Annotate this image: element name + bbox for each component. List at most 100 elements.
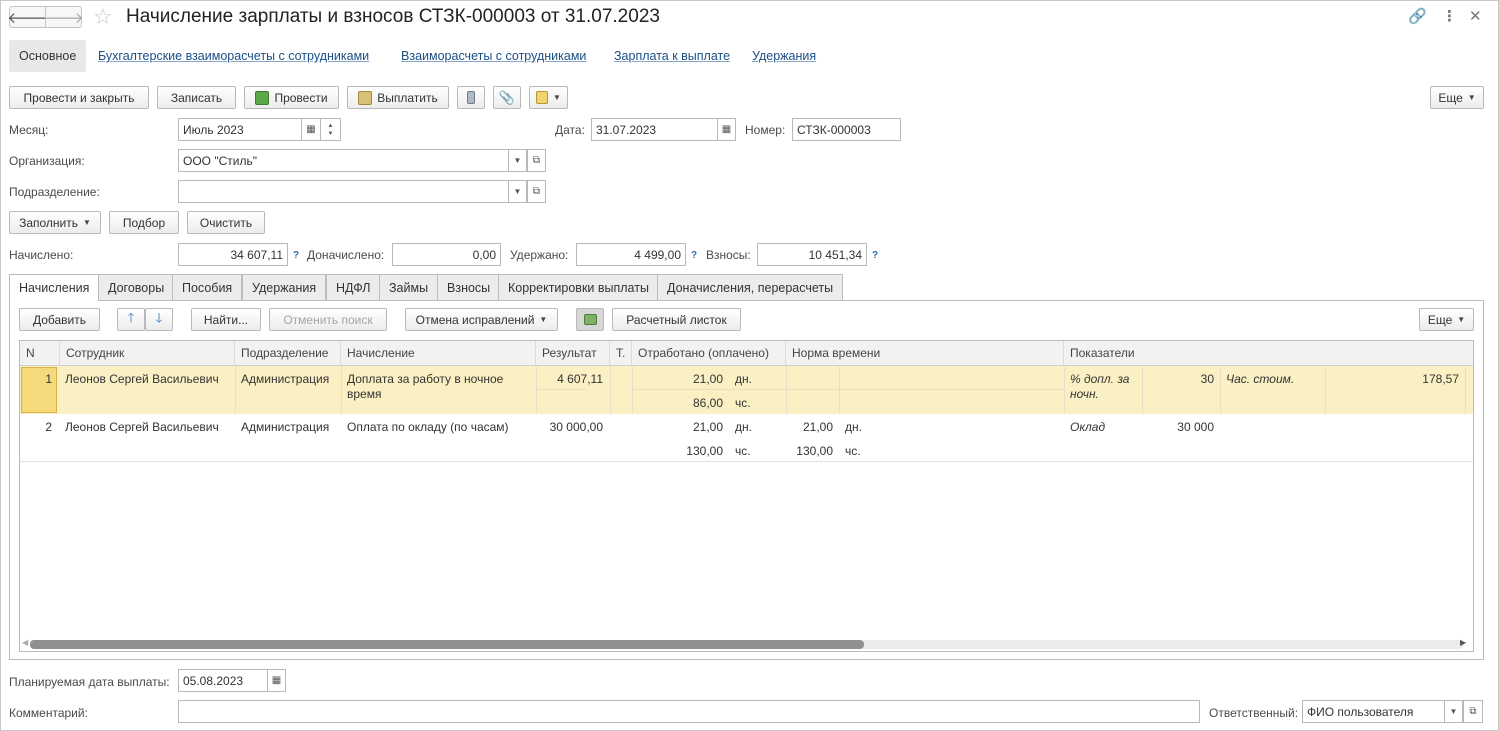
table-more-label: Еще xyxy=(1427,312,1453,327)
show-indicators-toggle[interactable] xyxy=(576,308,604,331)
attach-file-button[interactable]: 📎 xyxy=(493,86,521,109)
close-icon[interactable]: ✕ xyxy=(1469,7,1482,25)
link-icon[interactable]: 🔗 xyxy=(1408,7,1427,25)
cell-divider xyxy=(1220,366,1221,414)
back-button[interactable]: 🡐 xyxy=(7,6,48,28)
organization-dropdown-button[interactable]: ▼ xyxy=(508,149,527,172)
organization-open-button[interactable]: ⧉ xyxy=(527,149,546,172)
tab-accruals[interactable]: Начисления xyxy=(9,274,100,301)
number-field[interactable]: СТЗК-000003 xyxy=(792,118,901,141)
responsible-label: Ответственный: xyxy=(1209,706,1299,720)
open-icon: ⧉ xyxy=(532,186,541,197)
scroll-left-icon[interactable]: ◀ xyxy=(22,638,28,647)
extra-accrued-field: 0,00 xyxy=(392,243,501,266)
horizontal-scrollbar[interactable] xyxy=(30,640,1464,649)
tab-loans[interactable]: Займы xyxy=(379,274,439,300)
payslip-button[interactable]: Расчетный листок xyxy=(612,308,741,331)
post-and-close-button[interactable]: Провести и закрыть xyxy=(9,86,149,109)
accrued-help-icon[interactable]: ? xyxy=(293,250,299,261)
pay-date-field[interactable]: 05.08.2023 xyxy=(178,669,268,692)
arrow-left-icon: 🡐 xyxy=(7,9,48,27)
date-calendar-button[interactable]: ▦ xyxy=(717,118,736,141)
pay-date-calendar-button[interactable]: ▦ xyxy=(267,669,286,692)
cell-worked-days-unit: дн. xyxy=(735,420,752,434)
fill-button[interactable]: Заполнить ▼ xyxy=(9,211,101,234)
scrollbar-thumb[interactable] xyxy=(30,640,864,649)
contributions-label: Взносы: xyxy=(706,248,751,262)
section-link-employee-settlements[interactable]: Взаиморасчеты с сотрудниками xyxy=(401,49,586,63)
tab-benefits[interactable]: Пособия xyxy=(172,274,243,300)
add-row-button[interactable]: Добавить xyxy=(19,308,100,331)
responsible-open-button[interactable]: ⧉ xyxy=(1463,700,1483,723)
column-header-accrual[interactable]: Начисление xyxy=(341,341,536,366)
comment-field[interactable] xyxy=(178,700,1200,723)
pick-button[interactable]: Подбор xyxy=(109,211,179,234)
more-vert-icon[interactable]: ⋮ xyxy=(1442,7,1457,25)
tab-deductions[interactable]: Удержания xyxy=(242,274,327,300)
cell-divider xyxy=(610,366,611,414)
arrow-up-icon: 🡑 xyxy=(127,309,135,325)
arrow-down-icon: 🡓 xyxy=(155,309,163,325)
move-up-button[interactable]: 🡑 xyxy=(117,308,145,331)
tab-ndfl[interactable]: НДФЛ xyxy=(326,274,381,300)
column-header-indicators[interactable]: Показатели xyxy=(1064,341,1473,366)
calendar-button[interactable]: ▦ xyxy=(301,118,321,141)
department-dropdown-button[interactable]: ▼ xyxy=(508,180,527,203)
column-header-employee[interactable]: Сотрудник xyxy=(60,341,235,366)
column-header-result[interactable]: Результат xyxy=(536,341,610,366)
create-based-on-button[interactable]: ▼ xyxy=(529,86,568,109)
move-down-button[interactable]: 🡓 xyxy=(145,308,173,331)
tab-contracts[interactable]: Договоры xyxy=(98,274,175,300)
month-stepper[interactable]: ▲ ▼ xyxy=(320,118,341,141)
tab-payment-corrections[interactable]: Корректировки выплаты xyxy=(498,274,659,300)
cell-department: Администрация xyxy=(241,372,330,386)
responsible-dropdown-button[interactable]: ▼ xyxy=(1444,700,1463,723)
department-open-button[interactable]: ⧉ xyxy=(527,180,546,203)
contributions-help-icon[interactable]: ? xyxy=(872,250,878,261)
calendar-icon: ▦ xyxy=(271,675,282,686)
section-link-deductions[interactable]: Удержания xyxy=(752,49,816,63)
withheld-help-icon[interactable]: ? xyxy=(691,250,697,261)
pay-button[interactable]: Выплатить xyxy=(347,86,449,109)
cell-divider xyxy=(786,366,787,414)
find-button[interactable]: Найти... xyxy=(191,308,261,331)
cancel-corrections-button[interactable]: Отмена исправлений ▼ xyxy=(405,308,558,331)
month-field[interactable]: Июль 2023 xyxy=(178,118,302,141)
register-movements-button[interactable] xyxy=(457,86,485,109)
row-subdivider xyxy=(536,389,586,390)
column-header-time-norm[interactable]: Норма времени xyxy=(786,341,1064,366)
contributions-field: 10 451,34 xyxy=(757,243,867,266)
column-header-t[interactable]: Т. xyxy=(610,341,632,366)
section-main[interactable]: Основное xyxy=(9,40,87,72)
tab-contributions[interactable]: Взносы xyxy=(437,274,501,300)
responsible-field[interactable]: ФИО пользователя xyxy=(1302,700,1445,723)
date-field[interactable]: 31.07.2023 xyxy=(591,118,718,141)
organization-field[interactable]: ООО "Стиль" xyxy=(178,149,509,172)
cell-indicator2-name: Час. стоим. xyxy=(1226,372,1295,386)
post-button[interactable]: Провести xyxy=(244,86,339,109)
column-header-n[interactable]: N xyxy=(20,341,60,366)
table-more-button[interactable]: Еще ▼ xyxy=(1419,308,1474,331)
page-title: Начисление зарплаты и взносов СТЗК-00000… xyxy=(126,6,660,27)
section-link-salary-payable[interactable]: Зарплата к выплате xyxy=(614,49,730,63)
save-button[interactable]: Записать xyxy=(157,86,236,109)
department-field[interactable] xyxy=(178,180,509,203)
cancel-search-button[interactable]: Отменить поиск xyxy=(269,308,387,331)
more-button[interactable]: Еще ▼ xyxy=(1430,86,1484,109)
register-icon xyxy=(467,91,475,104)
cell-divider xyxy=(1064,366,1065,414)
add-row-label: Добавить xyxy=(32,312,87,327)
cell-worked-hours: 130,00 xyxy=(686,444,723,458)
clear-button[interactable]: Очистить xyxy=(187,211,265,234)
scroll-right-icon[interactable]: ▶ xyxy=(1460,638,1466,647)
post-document-icon xyxy=(255,90,270,105)
cell-worked-days-unit: дн. xyxy=(735,372,752,386)
accrued-label: Начислено: xyxy=(9,248,74,262)
column-header-worked[interactable]: Отработано (оплачено) xyxy=(632,341,786,366)
tab-recalculations[interactable]: Доначисления, перерасчеты xyxy=(657,274,844,300)
accruals-table[interactable]: N Сотрудник Подразделение Начисление Рез… xyxy=(19,340,1474,652)
section-link-accounting-settlements[interactable]: Бухгалтерские взаиморасчеты с сотрудника… xyxy=(98,49,369,63)
favorite-star-icon[interactable]: ☆ xyxy=(93,4,113,30)
column-header-department[interactable]: Подразделение xyxy=(235,341,341,366)
forward-button[interactable]: 🡒 xyxy=(43,6,84,28)
